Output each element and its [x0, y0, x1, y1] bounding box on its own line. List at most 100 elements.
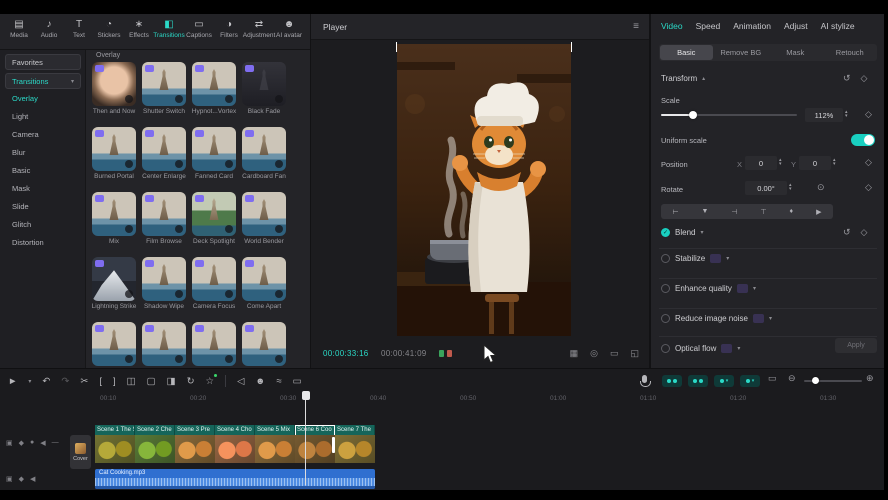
reset-icon[interactable]: ↺	[843, 73, 851, 84]
chevron-down-icon[interactable]: ▾	[753, 285, 756, 292]
crop-handle[interactable]	[571, 42, 572, 52]
hide-track-icon[interactable]: ▣	[6, 475, 13, 483]
ratio-icon[interactable]: ▦	[570, 348, 579, 359]
transition-thumb-fanned-card[interactable]	[192, 127, 236, 171]
redo-icon[interactable]: ↷	[61, 376, 69, 387]
position-y-field[interactable]: 0	[799, 156, 831, 170]
transition-thumb-lightning-strike[interactable]	[92, 257, 136, 301]
tab-media[interactable]: ▤Media	[4, 14, 34, 49]
timeline-clip-scene-1[interactable]: Scene 1 The S	[95, 425, 135, 463]
step-down-icon[interactable]: ▾	[845, 114, 848, 118]
transition-thumb-shutter-switch[interactable]	[142, 62, 186, 106]
timeline-clip-scene-2[interactable]: Scene 2 Che	[135, 425, 175, 463]
record-icon[interactable]: ▭	[293, 376, 302, 387]
split-icon[interactable]: ✂	[80, 376, 88, 387]
stabilize-checkbox[interactable]	[661, 254, 670, 263]
timeline-clip-scene-4[interactable]: Scene 4 Cho	[215, 425, 255, 463]
transition-thumb-film-browse[interactable]	[142, 192, 186, 236]
lock-track-icon[interactable]: ◆	[19, 439, 24, 447]
timeline-ruler[interactable]: 00:10 00:20 00:30 00:40 00:50 01:00 01:1…	[0, 393, 884, 405]
player-menu-icon[interactable]: ≡	[633, 21, 639, 32]
transition-thumb-then-and-now[interactable]	[92, 62, 136, 106]
transition-thumb[interactable]	[242, 322, 286, 366]
lock-track-icon[interactable]: ◆	[19, 475, 24, 483]
uniform-scale-toggle[interactable]	[851, 134, 875, 146]
subtab-basic[interactable]: Basic	[660, 45, 713, 60]
mute-track-icon[interactable]: ●	[30, 439, 34, 447]
rotate-field[interactable]: 0.00°	[745, 181, 787, 195]
timeline-clip-scene-5[interactable]: Scene 5 Mix	[255, 425, 295, 463]
sidebar-item-blur[interactable]: Blur	[12, 148, 25, 157]
position-y-stepper[interactable]: ▴▾	[833, 158, 836, 166]
step-down-icon[interactable]: ▾	[789, 187, 792, 191]
select-tool-icon[interactable]: ►	[8, 376, 17, 387]
transition-thumb-world-bender[interactable]	[242, 192, 286, 236]
enhance-quality-checkbox[interactable]	[661, 284, 670, 293]
blend-keyframe-icon[interactable]: ◇	[861, 227, 868, 238]
pointer-tool-icon[interactable]: ▶	[816, 208, 821, 216]
apply-button[interactable]: Apply	[835, 338, 877, 353]
zoom-out-icon[interactable]: ⊖	[788, 373, 796, 384]
chevron-down-icon[interactable]: ▾	[726, 255, 729, 262]
align-top-icon[interactable]: ⊤	[760, 208, 766, 216]
transition-thumb-camera-focus[interactable]	[192, 257, 236, 301]
link-toggle[interactable]: ▾	[714, 375, 734, 387]
tab-filters[interactable]: ◑Filters	[214, 14, 244, 49]
mark-out-icon[interactable]: ]	[113, 376, 116, 387]
sidebar-item-overlay[interactable]: Overlay	[12, 94, 38, 103]
transition-thumb[interactable]	[192, 322, 236, 366]
keyframe-icon[interactable]: ◇	[861, 73, 868, 84]
sidebar-item-distortion[interactable]: Distortion	[12, 238, 44, 247]
scale-value-field[interactable]: 112%	[805, 108, 843, 122]
playhead-handle[interactable]	[302, 391, 310, 400]
monitor-icon[interactable]: ▭	[768, 373, 777, 384]
timeline-clip-scene-3[interactable]: Scene 3 Pre	[175, 425, 215, 463]
avatar-tool-icon[interactable]: ☻	[255, 376, 265, 387]
transition-thumb-deck-spotlight[interactable]	[192, 192, 236, 236]
sidebar-item-mask[interactable]: Mask	[12, 184, 30, 193]
blend-checkbox[interactable]: ✓	[661, 228, 670, 237]
favorites-button[interactable]: Favorites	[5, 54, 81, 70]
delete-icon[interactable]: ◫	[127, 376, 136, 387]
transition-thumb-black-fade[interactable]	[242, 62, 286, 106]
scale-stepper[interactable]: ▴▾	[845, 110, 848, 118]
audio-clip[interactable]: Cat Cooking.mp3	[95, 469, 375, 489]
loop-icon[interactable]: ↻	[187, 376, 195, 387]
tab-ai-avatar[interactable]: ☻AI avatar	[274, 14, 304, 49]
sidebar-item-glitch[interactable]: Glitch	[12, 220, 31, 229]
align-right-icon[interactable]: ⊣	[731, 208, 737, 216]
preview-axis-toggle[interactable]: ▾	[740, 375, 760, 387]
timeline-clip-scene-6-selected[interactable]: Scene 6 Coo	[295, 425, 335, 463]
tab-video[interactable]: Video	[661, 21, 683, 31]
volume-track-icon[interactable]: ◀	[40, 439, 45, 447]
timeline-clip-scene-7[interactable]: Scene 7 The	[335, 425, 375, 463]
step-down-icon[interactable]: ▾	[833, 162, 836, 166]
sidebar-item-light[interactable]: Light	[12, 112, 28, 121]
undo-icon[interactable]: ↶	[42, 376, 50, 387]
auto-snap-toggle[interactable]	[688, 375, 708, 387]
position-x-stepper[interactable]: ▴▾	[779, 158, 782, 166]
mark-in-icon[interactable]: [	[99, 376, 102, 387]
crop-icon[interactable]: ▢	[147, 376, 156, 387]
fullscreen-icon[interactable]: ◱	[630, 348, 639, 359]
tab-adjustment[interactable]: ⇄Adjustment	[244, 14, 274, 49]
tab-adjust[interactable]: Adjust	[784, 21, 808, 31]
reduce-noise-checkbox[interactable]	[661, 314, 670, 323]
transition-thumb-cardboard-fan[interactable]	[242, 127, 286, 171]
resolution-icon[interactable]: ▭	[610, 348, 619, 359]
mute-track-icon[interactable]: ◀	[30, 475, 35, 483]
magic-wand-icon[interactable]: ☆	[206, 376, 215, 387]
zoom-in-icon[interactable]: ⊕	[866, 373, 874, 384]
tab-audio[interactable]: ♪Audio	[34, 14, 64, 49]
chevron-down-icon[interactable]: ▾	[28, 378, 31, 385]
mirror-icon[interactable]: ◨	[167, 376, 176, 387]
position-x-field[interactable]: 0	[745, 156, 777, 170]
hide-track-icon[interactable]: ▣	[6, 439, 13, 447]
denoise-icon[interactable]: ≈	[276, 376, 281, 387]
align-center-icon[interactable]: ♦	[790, 208, 794, 215]
step-down-icon[interactable]: ▾	[779, 162, 782, 166]
blend-reset-icon[interactable]: ↺	[843, 227, 851, 238]
align-bottom-icon[interactable]: ▼	[702, 208, 709, 215]
transform-header[interactable]: Transform ▴	[661, 74, 705, 83]
subtab-remove-bg[interactable]: Remove BG	[715, 45, 768, 60]
